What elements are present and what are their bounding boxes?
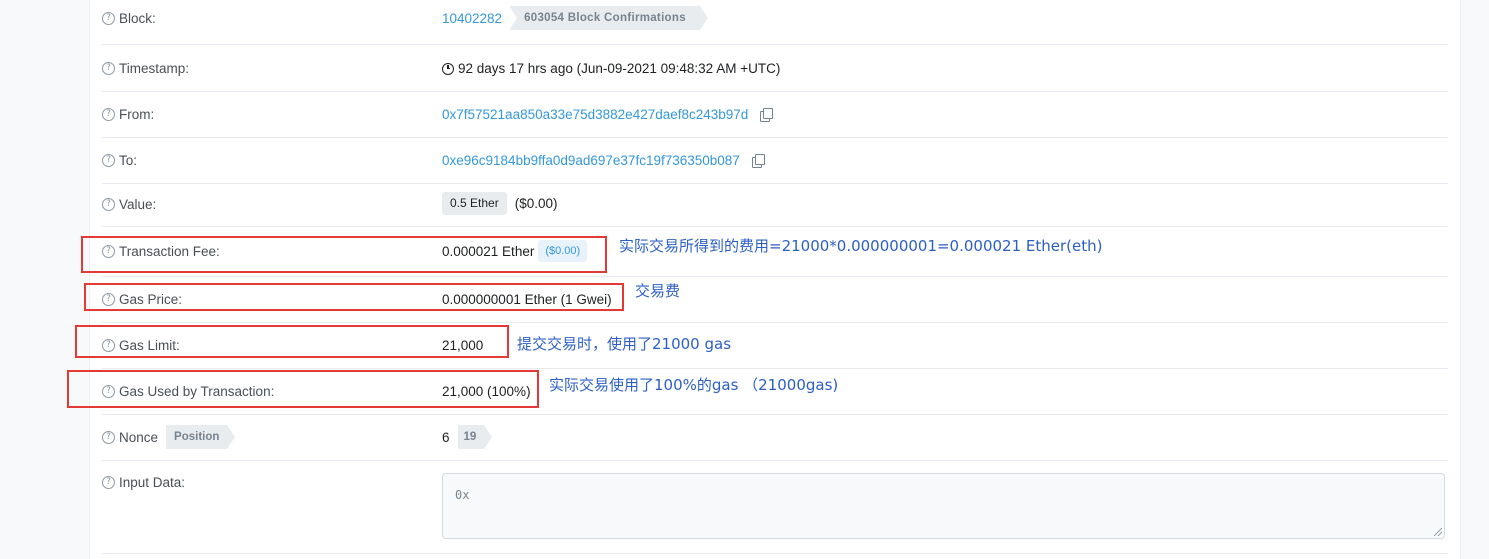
help-icon[interactable]: ? [102,198,115,211]
nonce-number: 6 [442,429,450,445]
help-icon[interactable]: ? [102,154,115,167]
row-nonce: ? Nonce Position 6 19 [102,415,1448,461]
copy-icon[interactable] [760,108,774,122]
to-address-link[interactable]: 0xe96c9184bb9ffa0d9ad697e37fc19f736350b0… [442,153,740,168]
from-label-text: From: [119,107,155,122]
copy-icon[interactable] [751,154,765,168]
annotation-gas-price-note: 交易费 [635,282,681,300]
from-value: 0x7f57521aa850a33e75d3882e427daef8c243b9… [442,107,774,122]
row-block: ? Block: 10402282 603054 Block Confirmat… [102,0,1448,45]
annotation-fee-note: 实际交易所得到的费用=21000*0.000000001=0.000021 Et… [619,237,1103,255]
help-icon[interactable]: ? [102,108,115,121]
block-label-text: Block: [119,11,156,26]
row-to: ? To: 0xe96c9184bb9ffa0d9ad697e37fc19f73… [102,138,1448,184]
value-label: ? Value: [102,197,156,212]
input-data-label: ? Input Data: [102,475,185,490]
row-input-data: ? Input Data: 0x [102,461,1448,554]
nonce-value: 6 19 [442,425,493,449]
row-value: ? Value: 0.5 Ether ($0.00) [102,184,1448,227]
input-data-content: 0x [455,488,470,502]
annotation-gas-limit-note: 提交交易时，使用了21000 gas [517,335,732,353]
input-data-label-text: Input Data: [119,475,186,490]
row-timestamp: ? Timestamp: 92 days 17 hrs ago (Jun-09-… [102,45,1448,92]
value-usd: ($0.00) [514,196,558,211]
input-data-textarea[interactable]: 0x [442,473,1445,539]
timestamp-text: 92 days 17 hrs ago (Jun-09-2021 09:48:32… [458,61,781,76]
row-from: ? From: 0x7f57521aa850a33e75d3882e427dae… [102,92,1448,138]
timestamp-label: ? Timestamp: [102,61,189,76]
block-value: 10402282 603054 Block Confirmations [442,6,708,30]
position-number-badge: 19 [457,425,493,449]
value-label-text: Value: [119,197,157,212]
help-icon[interactable]: ? [102,12,115,25]
annotation-box-fee [81,236,607,273]
nonce-label: ? Nonce Position [102,425,236,449]
timestamp-value: 92 days 17 hrs ago (Jun-09-2021 09:48:32… [442,61,780,76]
value-value: 0.5 Ether ($0.00) [442,192,557,215]
annotation-box-gas-limit [75,325,509,358]
annotation-box-gas-price [84,283,624,311]
to-label-text: To: [119,153,138,168]
help-icon[interactable]: ? [102,62,115,75]
ether-amount-badge: 0.5 Ether [442,192,507,215]
block-label: ? Block: [102,11,156,26]
nonce-label-text: Nonce [119,429,159,445]
annotation-box-gas-used [67,370,539,408]
timestamp-label-text: Timestamp: [119,61,190,76]
resize-handle[interactable] [1434,528,1442,536]
clock-icon [442,62,454,75]
help-icon[interactable]: ? [102,430,115,444]
confirmations-badge: 603054 Block Confirmations [509,6,708,30]
to-value: 0xe96c9184bb9ffa0d9ad697e37fc19f736350b0… [442,153,765,168]
from-address-link[interactable]: 0x7f57521aa850a33e75d3882e427daef8c243b9… [442,107,748,122]
to-label: ? To: [102,153,137,168]
position-badge: Position [166,425,236,449]
block-number-link[interactable]: 10402282 [442,11,502,26]
help-icon[interactable]: ? [102,476,115,489]
transaction-details-card: ? Block: 10402282 603054 Block Confirmat… [89,0,1461,559]
from-label: ? From: [102,107,154,122]
annotation-gas-used-note: 实际交易使用了100%的gas （21000gas) [549,376,839,394]
